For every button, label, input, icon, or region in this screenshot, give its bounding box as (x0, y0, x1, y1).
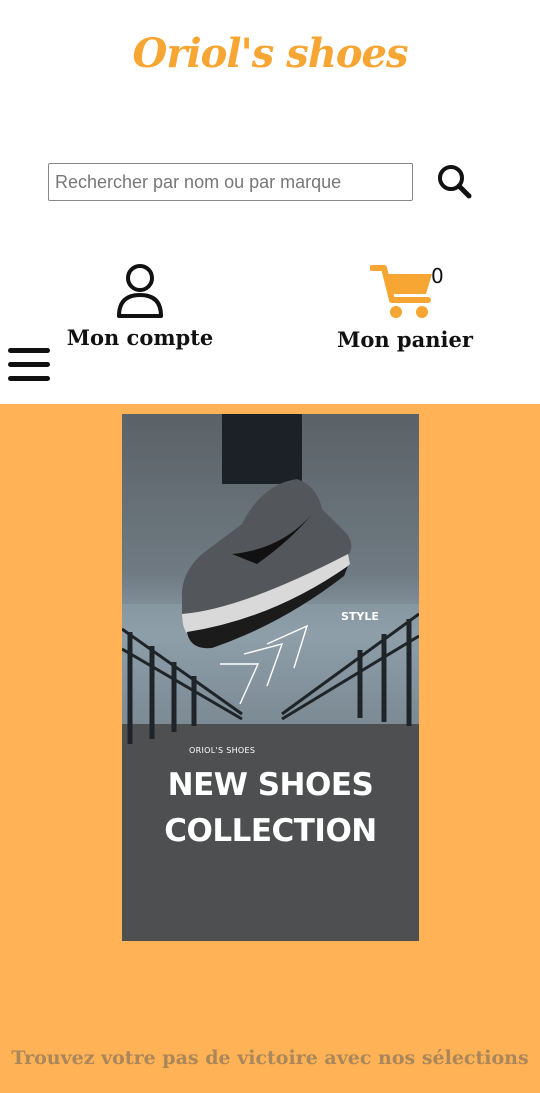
search-icon (438, 165, 472, 199)
account-link[interactable]: Mon compte (60, 262, 220, 350)
banner-title-line-2: COLLECTION (164, 813, 377, 849)
site-logo[interactable]: Oriol's shoes (0, 30, 540, 77)
hero-section: STYLE ORIOL'S SHOES NEW SHOES COLLECTION… (0, 404, 540, 1093)
hero-banner[interactable]: STYLE ORIOL'S SHOES NEW SHOES COLLECTION (122, 414, 419, 941)
tagline: Trouvez votre pas de victoire avec nos s… (11, 1047, 529, 1069)
cart-label: Mon panier (337, 327, 473, 352)
hero-image (122, 414, 419, 941)
banner-title: NEW SHOES COLLECTION (122, 762, 419, 854)
banner-style-label: STYLE (341, 610, 379, 623)
cart-link[interactable]: 0 Mon panier (330, 262, 480, 352)
search-input[interactable] (48, 163, 413, 201)
banner-brand: ORIOL'S SHOES (189, 746, 256, 755)
hamburger-menu-icon (8, 348, 50, 381)
menu-button[interactable] (8, 348, 50, 386)
user-icon (117, 264, 163, 318)
cart-count: 0 (431, 264, 444, 288)
search-button[interactable] (432, 160, 476, 204)
cart-icon (369, 265, 432, 318)
account-label: Mon compte (66, 325, 214, 350)
banner-title-line-1: NEW SHOES (167, 767, 374, 803)
